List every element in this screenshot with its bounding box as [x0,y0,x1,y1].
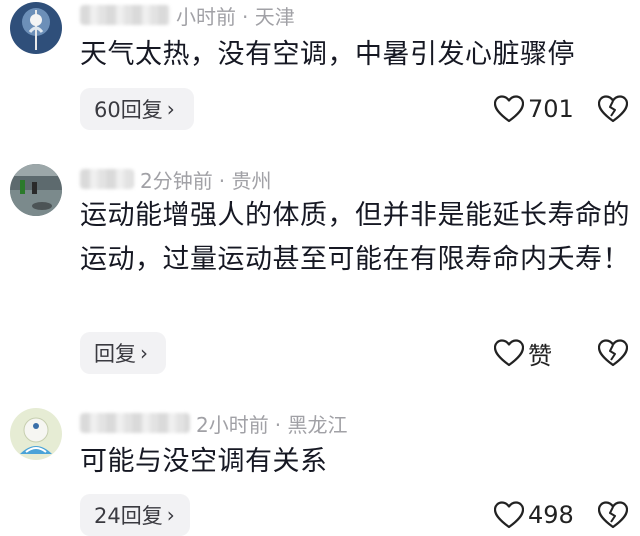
comment-item: 小时前 · 天津 天气太热，没有空调，中暑引发心脏骤停 60回复 › 701 [0,0,640,135]
avatar[interactable] [10,408,62,460]
broken-heart-icon [598,339,628,367]
reply-button[interactable]: 回复 › [80,332,166,374]
chevron-right-icon: › [166,503,175,527]
avatar[interactable] [10,2,62,54]
heart-outline-icon [494,95,524,123]
avatar-image [10,408,62,460]
heart-outline-icon [494,501,524,529]
like-count: 701 [528,95,574,123]
dislike-button[interactable] [598,494,628,536]
username-blurred[interactable] [80,5,170,25]
comment-meta: 2分钟前 · 贵州 [80,166,272,193]
comment-location: · 天津 [242,4,295,29]
comment-location: · 黑龙江 [274,412,348,437]
like-label: 赞 [528,341,552,370]
chevron-right-icon: › [166,97,175,121]
reply-label: 回复 [94,342,136,366]
username-blurred[interactable] [80,413,190,433]
username-blurred[interactable] [80,169,134,189]
avatar[interactable] [10,164,62,216]
comment-text: 天气太热，没有空调，中暑引发心脏骤停 [80,39,575,70]
like-count: 498 [528,501,574,529]
reply-button[interactable]: 24回复 › [80,494,190,536]
reply-button[interactable]: 60回复 › [80,88,194,130]
like-button[interactable]: 498 [494,494,574,536]
reply-label: 24回复 [94,504,163,528]
comment-time: 小时前 [176,4,236,29]
like-button[interactable]: 701 [494,88,574,130]
avatar-image [10,2,62,54]
comment-text: 可能与没空调有关系 [80,446,328,477]
dislike-button[interactable] [598,88,628,130]
heart-outline-icon [494,339,524,367]
like-button[interactable]: 赞 [494,332,552,374]
comment-item: 2分钟前 · 贵州 运动能增强人的体质，但并非是能延长寿命的运动，过量运动甚至可… [0,150,640,390]
comment-time: 2分钟前 [140,168,213,193]
broken-heart-icon [598,501,628,529]
chevron-right-icon: › [140,341,148,365]
avatar-image [10,164,62,216]
comment-meta: 2小时前 · 黑龙江 [80,410,348,437]
dislike-button[interactable] [598,332,628,374]
comment-time: 2小时前 [196,412,269,437]
comment-location: · 贵州 [218,168,272,193]
comment-text: 运动能增强人的体质，但并非是能延长寿命的运动，过量运动甚至可能在有限寿命内夭寿！ [80,200,630,275]
comment-meta: 小时前 · 天津 [80,2,295,29]
reply-label: 60回复 [94,98,163,122]
broken-heart-icon [598,95,628,123]
comment-item: 2小时前 · 黑龙江 可能与没空调有关系 24回复 › 498 [0,398,640,536]
